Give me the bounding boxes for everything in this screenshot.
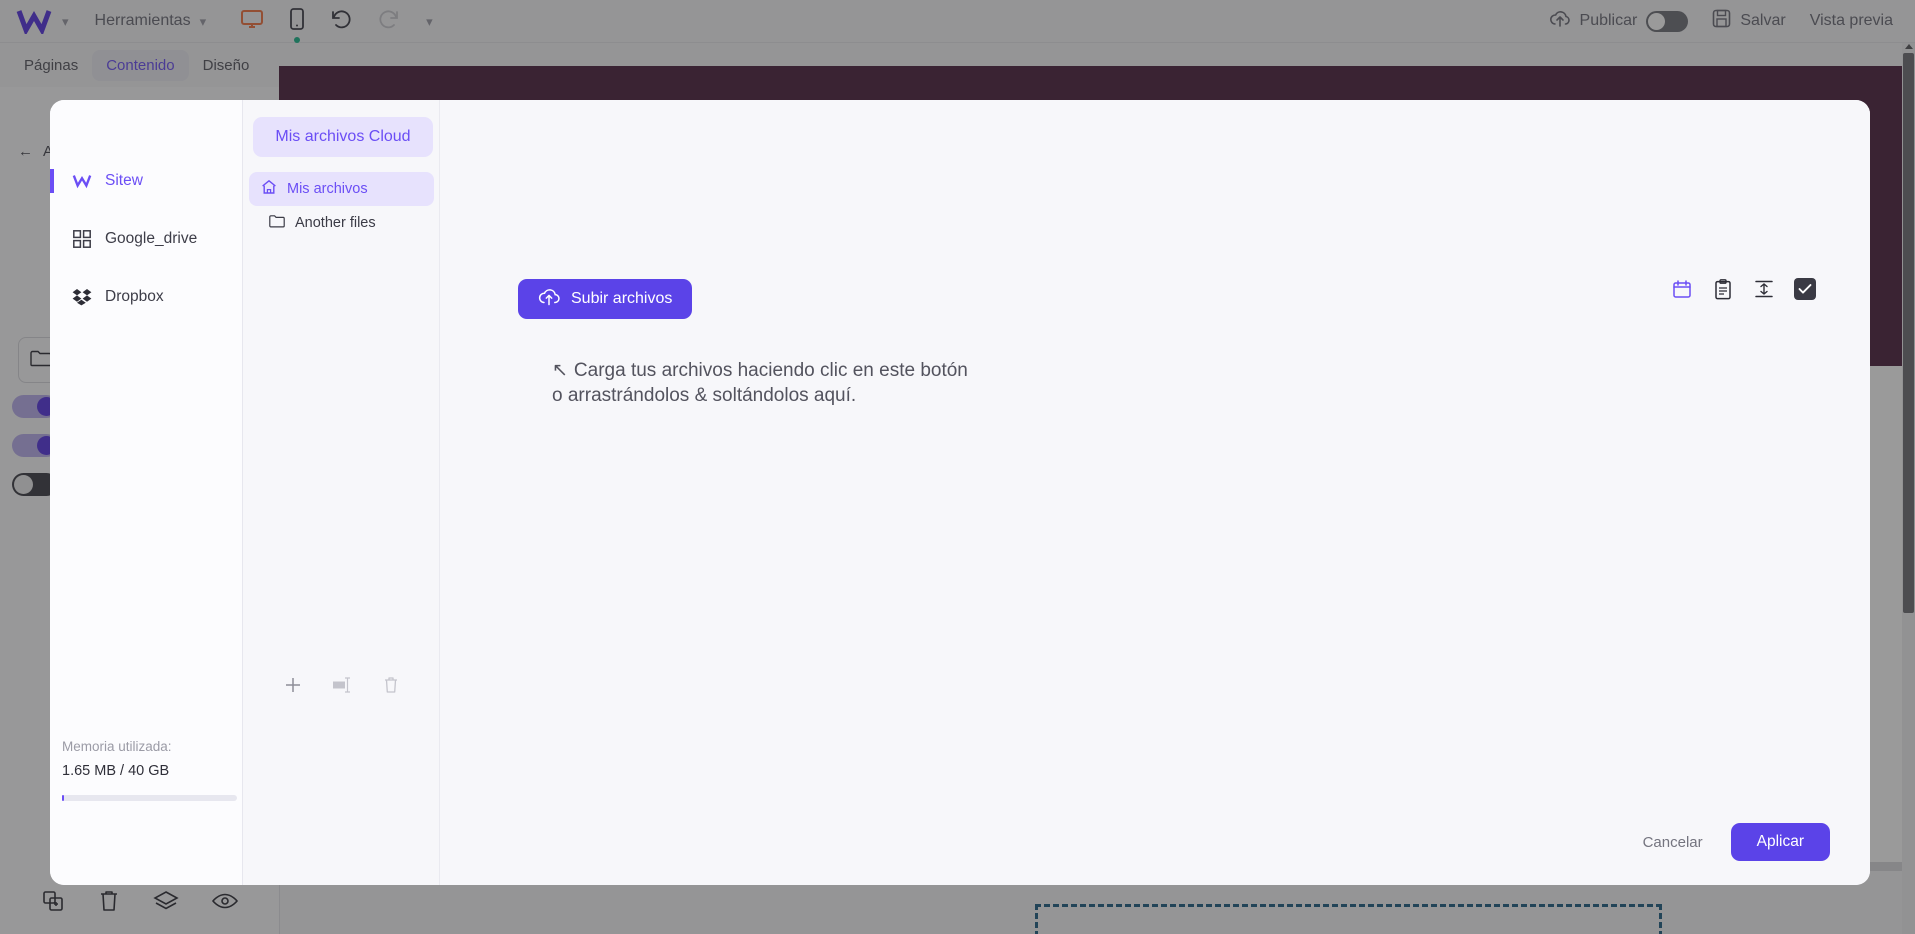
- arrow-up-left-icon: ↖: [552, 360, 568, 381]
- sidebar-item-label: Dropbox: [105, 288, 164, 305]
- files-view-toolbar: [1671, 278, 1816, 300]
- plus-icon[interactable]: [284, 676, 302, 699]
- cloud-upload-icon: [538, 288, 560, 311]
- modal-folder-tree: Mis archivos Cloud Mis archivos Another …: [243, 100, 440, 885]
- trash-icon[interactable]: [383, 676, 399, 699]
- home-icon: [261, 179, 277, 199]
- modal-footer: Cancelar Aplicar: [1643, 823, 1830, 861]
- cloud-files-chip[interactable]: Mis archivos Cloud: [253, 117, 433, 157]
- sitew-w-logo: [72, 171, 92, 191]
- google-drive-grid-icon: [72, 229, 92, 249]
- memory-usage-block: Memoria utilizada: 1.65 MB / 40 GB: [62, 739, 237, 801]
- upload-files-label: Subir archivos: [571, 290, 673, 307]
- rename-icon[interactable]: [331, 676, 353, 698]
- dropzone-line-1: Carga tus archivos haciendo clic en este…: [573, 360, 968, 381]
- sidebar-item-google-drive[interactable]: Google_drive: [50, 216, 242, 262]
- memory-usage-label: Memoria utilizada:: [62, 739, 172, 754]
- tree-toolbar: [243, 667, 440, 707]
- apply-button[interactable]: Aplicar: [1730, 823, 1830, 861]
- memory-usage-value: 1.65 MB / 40 GB: [62, 763, 170, 779]
- dropzone-line-2: o arrastrándolos & soltándolos aquí.: [552, 385, 857, 407]
- tree-item-mis-archivos[interactable]: Mis archivos: [249, 172, 434, 206]
- memory-usage-bar: [62, 795, 237, 801]
- sidebar-item-label: Google_drive: [105, 230, 198, 247]
- cloud-files-chip-label: Mis archivos Cloud: [275, 128, 411, 145]
- tree-item-label: Mis archivos: [287, 181, 368, 197]
- dropbox-icon: [72, 287, 92, 307]
- calendar-icon[interactable]: [1671, 279, 1692, 300]
- sort-icon[interactable]: [1753, 279, 1774, 300]
- folder-icon: [269, 214, 285, 232]
- tree-item-label: Another files: [295, 215, 376, 231]
- sidebar-item-label: Sitew: [105, 172, 143, 189]
- dropzone-instructions: ↖ Carga tus archivos haciendo clic en est…: [552, 358, 968, 408]
- modal-main-area: Subir archivos ↖ Carga tus archivos haci…: [440, 100, 1870, 885]
- clipboard-icon[interactable]: [1712, 278, 1733, 300]
- sidebar-item-dropbox[interactable]: Dropbox: [50, 274, 242, 320]
- upload-files-button[interactable]: Subir archivos: [518, 279, 693, 319]
- sidebar-item-sitew[interactable]: Sitew: [50, 158, 242, 204]
- modal-sidebar: Sitew Google_drive Dropbox Memoria utili…: [50, 100, 243, 885]
- select-all-check-icon[interactable]: [1794, 278, 1816, 300]
- cloud-files-modal: Sitew Google_drive Dropbox Memoria utili…: [50, 100, 1870, 885]
- cancel-button[interactable]: Cancelar: [1643, 834, 1703, 851]
- tree-item-another-files[interactable]: Another files: [249, 206, 434, 240]
